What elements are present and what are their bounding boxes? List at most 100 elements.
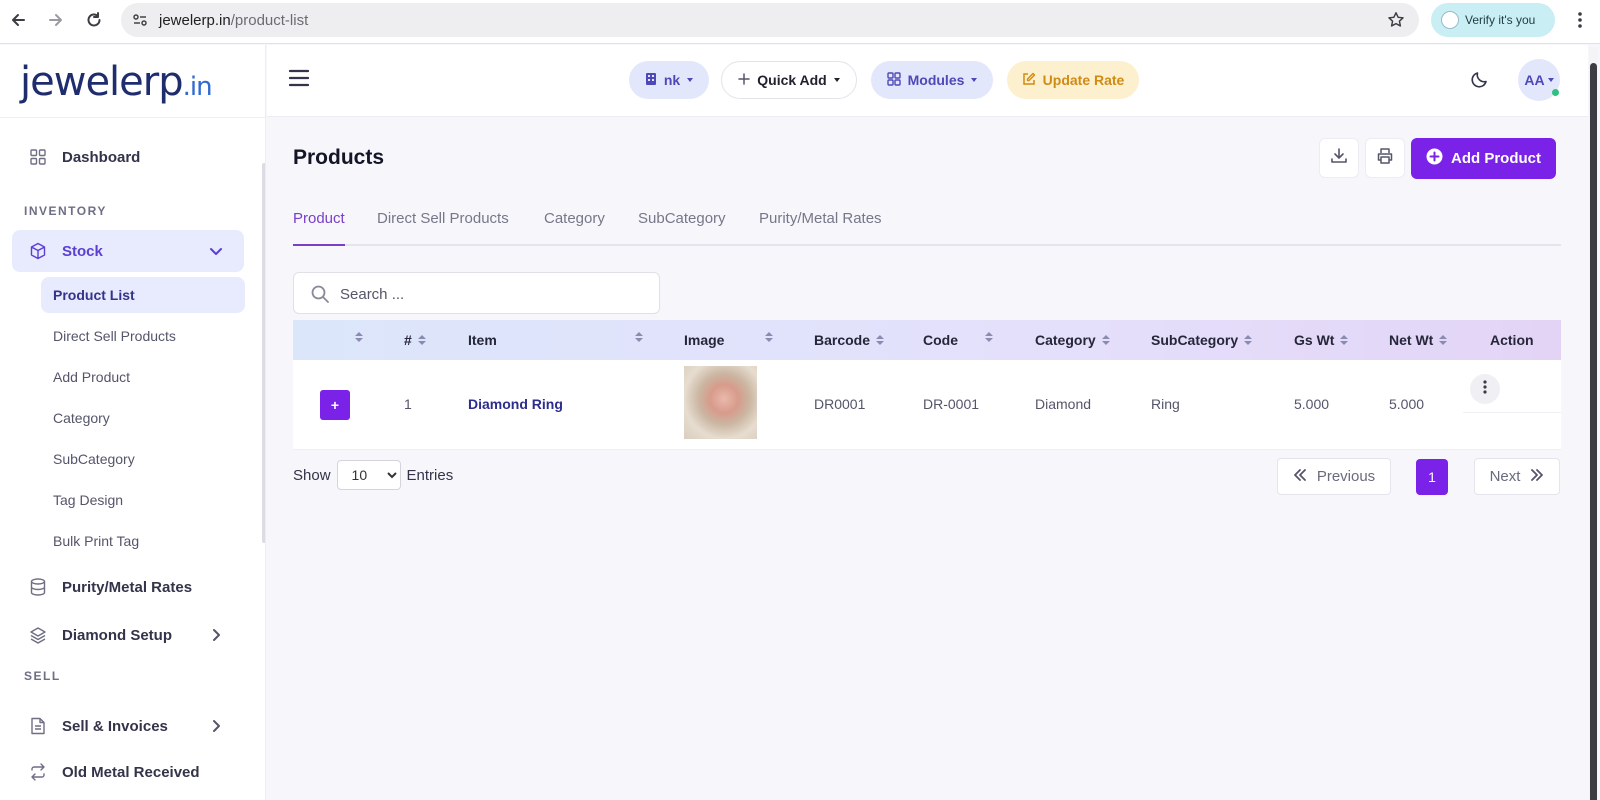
tabs-bar: Product Direct Sell Products Category Su… (293, 210, 1561, 246)
previous-label: Previous (1316, 468, 1376, 485)
section-label-sell: SELL (24, 669, 61, 683)
forward-icon[interactable] (44, 8, 68, 32)
column-header-item[interactable]: Item (468, 332, 497, 348)
cell-item-link[interactable]: Diamond Ring (468, 396, 563, 412)
column-header-category[interactable]: Category (1035, 332, 1110, 348)
sidebar-subitem-product-list[interactable]: Product List (41, 277, 245, 313)
column-header-index[interactable]: # (404, 332, 426, 348)
download-icon (1330, 147, 1348, 170)
bookmark-star-icon[interactable] (1385, 9, 1407, 31)
sidebar-item-purity-metal-rates[interactable]: Purity/Metal Rates (12, 567, 244, 607)
building-icon (645, 72, 657, 89)
sidebar-subitem-direct-sell-products[interactable]: Direct Sell Products (41, 318, 245, 354)
add-product-button[interactable]: Add Product (1411, 138, 1556, 179)
sidebar-subitem-bulk-print-tag[interactable]: Bulk Print Tag (41, 523, 245, 559)
entries-label: Entries (406, 466, 454, 484)
column-header-net-wt[interactable]: Net Wt (1389, 332, 1448, 348)
column-header-subcategory[interactable]: SubCategory (1151, 332, 1253, 348)
sidebar: jewelerp.in Dashboard INVENTORY Stock Pr… (0, 45, 266, 800)
entries-control: Show 10 Entries (293, 460, 453, 490)
column-label: Code (923, 332, 958, 348)
site-settings-icon[interactable] (130, 10, 150, 30)
sidebar-subitem-add-product[interactable]: Add Product (41, 359, 245, 395)
cell-subcategory: Ring (1151, 396, 1180, 412)
modules-button[interactable]: Modules (871, 61, 993, 99)
grid-icon (886, 71, 901, 89)
column-header-image[interactable]: Image (684, 332, 724, 348)
table-row[interactable]: + 1 Diamond Ring DR0001 DR-0001 Diamond … (293, 360, 1561, 450)
divider (1463, 412, 1561, 413)
sidebar-item-old-metal-received[interactable]: Old Metal Received (12, 752, 244, 792)
branch-selector[interactable]: nk (629, 61, 709, 99)
column-label: Gs Wt (1294, 332, 1335, 348)
quick-add-label: Quick Add (757, 72, 827, 88)
sort-icon (1340, 335, 1349, 345)
reload-icon[interactable] (82, 8, 106, 32)
sidebar-subitem-tag-design[interactable]: Tag Design (41, 482, 245, 518)
tab-purity-metal-rates[interactable]: Purity/Metal Rates (759, 210, 882, 246)
sidebar-subitem-subcategory[interactable]: SubCategory (41, 441, 245, 477)
entries-select[interactable]: 10 (336, 460, 401, 490)
sidebar-subitem-category[interactable]: Category (41, 400, 245, 436)
scrollbar-thumb[interactable] (1590, 63, 1597, 800)
chevron-right-icon (208, 627, 224, 643)
document-icon (28, 716, 48, 736)
logo[interactable]: jewelerp.in (20, 59, 213, 105)
column-header-gs-wt[interactable]: Gs Wt (1294, 332, 1349, 348)
product-image[interactable] (684, 366, 757, 439)
cell-net-wt: 5.000 (1389, 396, 1425, 412)
search-input[interactable] (340, 283, 640, 305)
quick-add-button[interactable]: Quick Add (721, 61, 857, 99)
download-button[interactable] (1319, 138, 1359, 178)
sort-icon (876, 335, 885, 345)
double-chevron-left-icon (1293, 468, 1307, 485)
modules-label: Modules (907, 72, 965, 88)
plus-circle-icon (1426, 148, 1443, 169)
column-header-code[interactable]: Code (923, 332, 958, 348)
tab-product[interactable]: Product (293, 210, 345, 246)
address-bar[interactable]: jewelerp.in/product-list (121, 3, 1419, 37)
column-image-sort[interactable] (765, 332, 773, 342)
section-label-inventory: INVENTORY (24, 204, 107, 218)
browser-menu-icon[interactable] (1570, 8, 1590, 32)
next-page-button[interactable]: Next (1474, 458, 1560, 495)
column-label: Category (1035, 332, 1096, 348)
tab-category[interactable]: Category (544, 210, 605, 246)
expand-row-button[interactable]: + (320, 390, 350, 420)
column-code-sort[interactable] (985, 332, 993, 342)
sidebar-item-label: Diamond Setup (62, 626, 173, 644)
tab-subcategory[interactable]: SubCategory (638, 210, 726, 246)
layers-icon (28, 625, 48, 645)
cell-gs-wt: 5.000 (1294, 396, 1330, 412)
row-actions-button[interactable] (1470, 374, 1500, 404)
tab-direct-sell-products[interactable]: Direct Sell Products (377, 210, 509, 246)
database-icon (28, 577, 48, 597)
sidebar-scrollbar[interactable] (262, 163, 265, 543)
page-scrollbar[interactable] (1589, 47, 1598, 800)
sort-icon (985, 332, 993, 342)
previous-page-button[interactable]: Previous (1277, 458, 1391, 495)
print-button[interactable] (1365, 138, 1405, 178)
update-rate-button[interactable]: Update Rate (1007, 61, 1139, 99)
verify-profile-button[interactable]: Verify it's you (1431, 3, 1555, 37)
page-number-current[interactable]: 1 (1416, 459, 1448, 495)
update-rate-label: Update Rate (1042, 72, 1125, 88)
hamburger-menu-icon[interactable] (288, 69, 311, 89)
sidebar-item-sell-invoices[interactable]: Sell & Invoices (12, 706, 244, 746)
cell-category: Diamond (1035, 396, 1092, 412)
dashboard-icon (28, 147, 48, 167)
kebab-menu-icon (1483, 379, 1487, 399)
sidebar-item-dashboard[interactable]: Dashboard (12, 137, 244, 177)
column-header-expand[interactable] (355, 332, 363, 342)
sidebar-item-stock[interactable]: Stock (12, 230, 244, 272)
sidebar-item-diamond-setup[interactable]: Diamond Setup (12, 615, 244, 655)
printer-icon (1376, 147, 1394, 170)
column-header-barcode[interactable]: Barcode (814, 332, 885, 348)
back-icon[interactable] (6, 8, 30, 32)
top-header: nk Quick Add Modules Update Rate AA (267, 45, 1588, 117)
sidebar-item-label: Old Metal Received (62, 763, 200, 781)
column-item-sort[interactable] (635, 332, 643, 342)
box-icon (28, 241, 48, 261)
column-label: SubCategory (1151, 332, 1239, 348)
dark-mode-moon-icon[interactable] (1470, 69, 1492, 91)
